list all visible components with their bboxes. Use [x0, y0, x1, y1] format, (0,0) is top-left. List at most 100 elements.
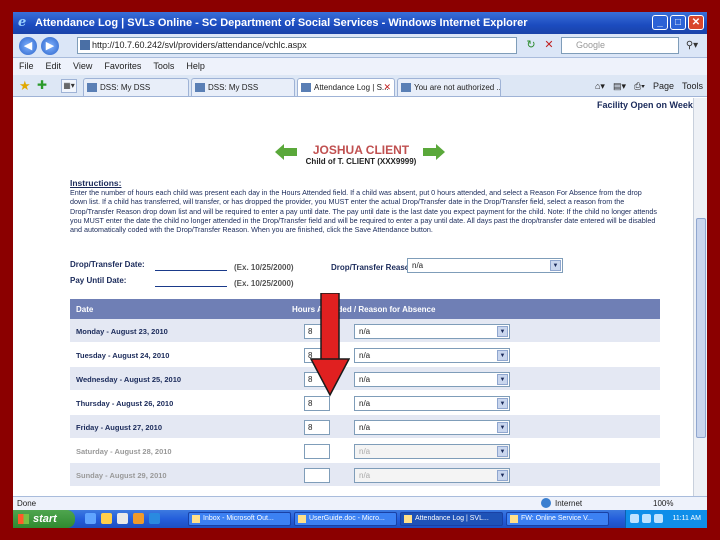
absence-reason-select: n/a ▼ — [354, 468, 510, 483]
absence-reason-select[interactable]: n/a ▼ — [354, 396, 510, 411]
home-icon[interactable]: ⌂▾ — [595, 78, 605, 94]
reason-value: n/a — [359, 327, 371, 336]
page-menu[interactable]: Page — [653, 78, 674, 94]
drop-transfer-reason-label: Drop/Transfer Reason: — [331, 263, 418, 272]
chevron-down-icon: ▼ — [497, 398, 508, 409]
taskbar-item-email[interactable]: FW: Online Service V... — [506, 512, 609, 526]
internet-explorer-icon: e — [18, 15, 27, 30]
refresh-icon[interactable]: ↻ — [523, 38, 539, 53]
table-row: Tuesday - August 24, 2010 8 n/a ▼ — [70, 343, 660, 367]
tab-close-icon[interactable]: ✕ — [383, 79, 391, 96]
favorites-star-icon[interactable]: ★ — [19, 78, 31, 94]
tray-icon[interactable] — [654, 514, 663, 523]
mail-icon — [510, 515, 518, 523]
tools-menu[interactable]: Tools — [682, 78, 703, 94]
absence-reason-select[interactable]: n/a ▼ — [354, 324, 510, 339]
menu-edit[interactable]: Edit — [46, 58, 62, 75]
taskbar-item-outlook[interactable]: Inbox - Microsoft Out... — [188, 512, 291, 526]
url-text: http://10.7.60.242/svl/providers/attenda… — [92, 40, 307, 50]
app-quicklaunch-icon[interactable] — [133, 513, 144, 524]
date-column-header: Date — [76, 305, 94, 314]
row-date: Tuesday - August 24, 2010 — [76, 351, 170, 360]
absence-reason-select[interactable]: n/a ▼ — [354, 372, 510, 387]
ie-quicklaunch-icon[interactable] — [85, 513, 96, 524]
zone-label: Internet — [555, 499, 583, 508]
menu-bar: File Edit View Favorites Tools Help — [13, 58, 707, 75]
absence-reason-select: n/a ▼ — [354, 444, 510, 459]
chevron-down-icon: ▼ — [497, 422, 508, 433]
chevron-down-icon: ▼ — [550, 260, 561, 271]
tab-dss-2[interactable]: DSS: My DSS — [191, 78, 295, 96]
forward-icon[interactable]: ▶ — [41, 37, 59, 55]
table-row: Saturday - August 28, 2010 n/a ▼ — [70, 439, 660, 463]
menu-view[interactable]: View — [73, 58, 92, 75]
start-button[interactable]: start — [13, 510, 75, 528]
stop-icon[interactable]: ✕ — [541, 38, 557, 53]
tab-page-icon — [301, 83, 311, 92]
tab-attendance-log[interactable]: Attendance Log | S... ✕ — [297, 78, 395, 96]
absence-reason-select[interactable]: n/a ▼ — [354, 348, 510, 363]
tab-bar: ★ ✚ ▦▾ DSS: My DSS DSS: My DSS Attendanc… — [13, 75, 707, 97]
drop-transfer-date-label: Drop/Transfer Date: — [70, 260, 145, 269]
drop-date-hint: (Ex. 10/25/2000) — [234, 263, 294, 272]
drop-reason-value: n/a — [412, 261, 424, 270]
quick-tabs-icon[interactable]: ▦▾ — [61, 79, 77, 93]
url-field[interactable]: http://10.7.60.242/svl/providers/attenda… — [77, 37, 517, 54]
row-date: Sunday - August 29, 2010 — [76, 471, 167, 480]
tab-not-authorized[interactable]: You are not authorized ... — [397, 78, 501, 96]
close-button[interactable]: ✕ — [688, 15, 704, 30]
task-label: Inbox - Microsoft Out... — [203, 515, 274, 522]
search-input[interactable]: Google — [561, 37, 679, 54]
table-row: Monday - August 23, 2010 8 n/a ▼ — [70, 319, 660, 343]
globe-icon — [541, 498, 551, 508]
absence-reason-select[interactable]: n/a ▼ — [354, 420, 510, 435]
window-title: Attendance Log | SVLs Online - SC Depart… — [35, 17, 528, 29]
scrollbar-thumb[interactable] — [696, 218, 706, 438]
feeds-icon[interactable]: ▤▾ — [613, 78, 626, 94]
tab-dss-1[interactable]: DSS: My DSS — [83, 78, 189, 96]
ie-icon — [404, 515, 412, 523]
menu-tools[interactable]: Tools — [153, 58, 174, 75]
outlook-quicklaunch-icon[interactable] — [101, 513, 112, 524]
reason-value: n/a — [359, 399, 371, 408]
drop-transfer-date-field[interactable] — [155, 261, 227, 271]
reason-value: n/a — [359, 375, 371, 384]
hours-attended-input[interactable]: 8 — [304, 396, 330, 411]
reason-value: n/a — [359, 423, 371, 432]
menu-favorites[interactable]: Favorites — [104, 58, 141, 75]
tab-page-icon — [401, 83, 411, 92]
print-icon[interactable]: ⎙▾ — [634, 78, 645, 94]
back-icon[interactable]: ◀ — [19, 37, 37, 55]
taskbar-item-word[interactable]: UserGuide.doc - Micro... — [294, 512, 397, 526]
command-bar: ⌂▾ ▤▾ ⎙▾ Page Tools — [595, 78, 703, 94]
desktop-quicklaunch-icon[interactable] — [117, 513, 128, 524]
pay-until-date-label: Pay Until Date: — [70, 276, 127, 285]
next-child-arrow-icon[interactable] — [423, 144, 445, 160]
tray-icon[interactable] — [630, 514, 639, 523]
taskbar-item-ie[interactable]: Attendance Log | SVL... — [400, 512, 503, 526]
page-icon — [80, 40, 90, 50]
chevron-down-icon: ▼ — [497, 374, 508, 385]
search-placeholder: Google — [576, 40, 606, 50]
hours-attended-input — [304, 468, 330, 483]
menu-help[interactable]: Help — [186, 58, 205, 75]
chevron-down-icon: ▼ — [497, 446, 508, 457]
reason-value: n/a — [359, 447, 371, 456]
search-icon[interactable]: ⚲▾ — [681, 37, 703, 54]
tray-icon[interactable] — [642, 514, 651, 523]
hours-attended-input[interactable]: 8 — [304, 420, 330, 435]
vertical-scrollbar[interactable] — [693, 98, 707, 496]
zoom-level[interactable]: 100% — [653, 497, 673, 510]
pay-until-date-field[interactable] — [155, 277, 227, 287]
minimize-button[interactable]: _ — [652, 15, 668, 30]
maximize-button[interactable]: □ — [670, 15, 686, 30]
tab-label: Attendance Log | S... — [314, 83, 389, 92]
app2-quicklaunch-icon[interactable] — [149, 513, 160, 524]
add-favorite-icon[interactable]: ✚ — [37, 78, 47, 92]
table-header: Date Hours Attended / Reason for Absence — [70, 299, 660, 319]
attendance-table: Date Hours Attended / Reason for Absence… — [70, 299, 660, 487]
drop-transfer-reason-select[interactable]: n/a ▼ — [407, 258, 563, 273]
table-row: Sunday - August 29, 2010 n/a ▼ — [70, 463, 660, 487]
menu-file[interactable]: File — [19, 58, 34, 75]
reason-value: n/a — [359, 351, 371, 360]
